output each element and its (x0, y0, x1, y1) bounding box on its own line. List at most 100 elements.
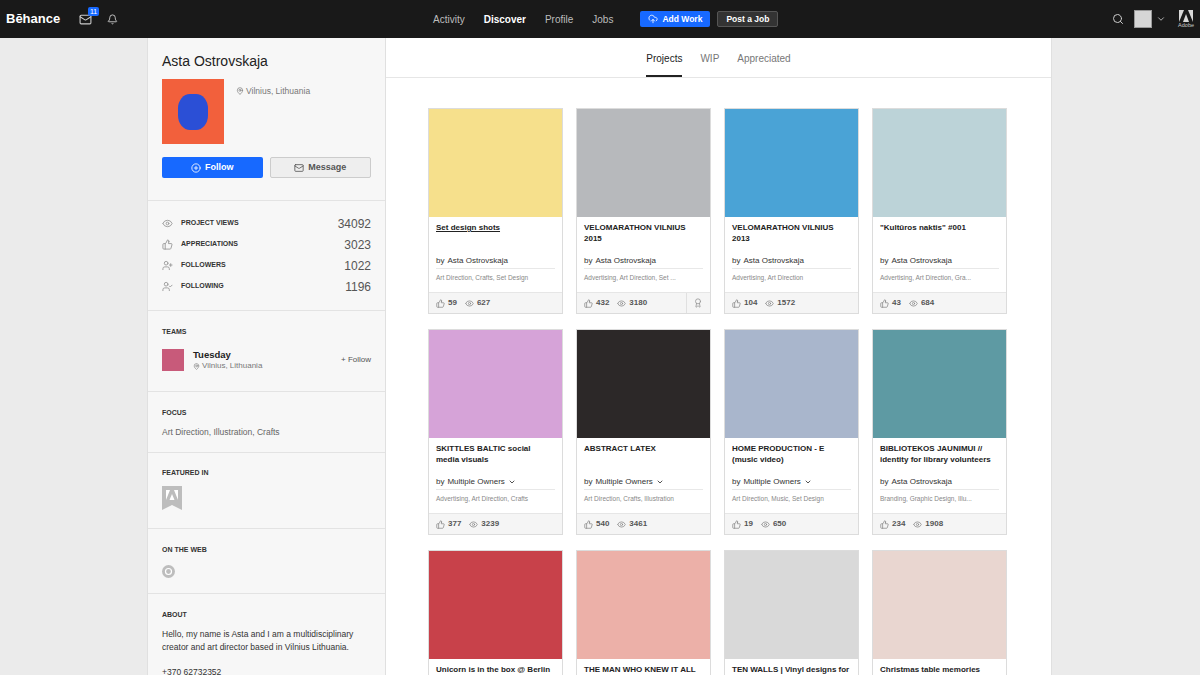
map-pin-icon (236, 87, 244, 95)
project-tags: Art Direction, Crafts, Illustration (584, 489, 703, 508)
project-stats: 4323180 (577, 292, 710, 313)
thumbs-up-icon (880, 299, 889, 308)
project-title[interactable]: TEN WALLS | Vinyl designs for BOSO (abc) (732, 664, 851, 675)
messages-button[interactable]: 11 (79, 13, 92, 26)
project-cover[interactable] (873, 109, 1006, 217)
tab[interactable]: Appreciated (737, 53, 790, 77)
nav-item[interactable]: Profile (545, 12, 573, 27)
project-owner[interactable]: byAsta Ostrovskaja (880, 254, 999, 268)
message-button[interactable]: Message (270, 157, 372, 178)
post-job-button[interactable]: Post a Job (717, 11, 778, 27)
view-count: 684 (921, 297, 934, 309)
project-card[interactable]: THE MAN WHO KNEW IT ALLby (576, 550, 711, 675)
views-icon (617, 520, 626, 529)
project-card[interactable]: VELOMARATHON VILNIUS 2013 byAsta Ostrovsk… (724, 108, 859, 314)
project-title[interactable]: VELOMARATHON VILNIUS 2015 (584, 222, 703, 250)
project-title[interactable]: THE MAN WHO KNEW IT ALL (584, 664, 703, 675)
project-stats: 3773239 (429, 513, 562, 534)
thumbs-up-icon (162, 239, 173, 250)
web-link-icon[interactable] (162, 565, 175, 578)
project-card[interactable]: Unicorn is in the box @ Berlin fashion w… (428, 550, 563, 675)
chevron-down-icon[interactable] (1156, 14, 1166, 24)
add-work-button[interactable]: Add Work (640, 11, 710, 27)
user-avatar[interactable] (1134, 10, 1152, 28)
section-heading: TEAMS (162, 327, 371, 337)
project-card[interactable]: ABSTRACT LATEX byMultiple OwnersArt Direc… (576, 329, 711, 535)
project-owner[interactable]: byAsta Ostrovskaja (584, 254, 703, 268)
project-stats: 19650 (725, 513, 858, 534)
mail-icon (294, 163, 304, 173)
project-owner[interactable]: byAsta Ostrovskaja (732, 254, 851, 268)
project-cover[interactable] (873, 330, 1006, 438)
project-cover[interactable] (577, 330, 710, 438)
behance-logo[interactable]: Bēhance (6, 9, 60, 29)
thumbs-up-icon (732, 520, 741, 529)
project-card[interactable]: BIBLIOTEKOS JAUNIMUI // identity for lib… (872, 329, 1007, 535)
project-owner[interactable]: byMultiple Owners (732, 475, 851, 489)
team-row[interactable]: TuesdayVilnius, Lithuania+ Follow (162, 349, 371, 371)
project-owner[interactable]: byAsta Ostrovskaja (880, 475, 999, 489)
project-title[interactable]: Unicorn is in the box @ Berlin fashion w… (436, 664, 555, 675)
project-title[interactable]: ABSTRACT LATEX (584, 443, 703, 471)
project-owner[interactable]: byMultiple Owners (436, 475, 555, 489)
thumbs-up-icon (436, 299, 445, 308)
project-card[interactable]: HOME PRODUCTION - E (music video) byMulti… (724, 329, 859, 535)
stats-list: PROJECT VIEWS34092APPRECIATIONS3023FOLLO… (148, 201, 385, 311)
view-count: 627 (477, 297, 490, 309)
project-cover[interactable] (725, 109, 858, 217)
section-heading: FOCUS (162, 408, 371, 418)
project-card[interactable]: Set design shotsbyAsta OstrovskajaArt Di… (428, 108, 563, 314)
search-icon[interactable] (1112, 13, 1124, 25)
section-heading: ON THE WEB (162, 545, 371, 555)
project-cover[interactable] (577, 551, 710, 659)
chevron-down-icon[interactable] (656, 478, 664, 486)
user-plus-icon (162, 260, 173, 271)
project-card[interactable]: Christmas table memoriesby (872, 550, 1007, 675)
project-card[interactable]: "Kultūros naktis" #001 byAsta Ostrovskaja… (872, 108, 1007, 314)
section-heading: FEATURED IN (162, 468, 371, 478)
project-title[interactable]: HOME PRODUCTION - E (music video) (732, 443, 851, 471)
project-title[interactable]: SKITTLES BALTIC social media visuals (436, 443, 555, 471)
project-card[interactable]: VELOMARATHON VILNIUS 2015 byAsta Ostrovsk… (576, 108, 711, 314)
project-card[interactable]: SKITTLES BALTIC social media visuals byMu… (428, 329, 563, 535)
tab[interactable]: WIP (700, 53, 719, 77)
bell-icon[interactable] (107, 14, 118, 25)
about-text: Hello, my name is Asta and I am a multid… (162, 628, 371, 654)
chevron-down-icon[interactable] (508, 478, 516, 486)
focus-text: Art Direction, Illustration, Crafts (162, 427, 371, 438)
project-card[interactable]: TEN WALLS | Vinyl designs for BOSO (abc)… (724, 550, 859, 675)
project-title[interactable]: Set design shots (436, 222, 555, 250)
tab[interactable]: Projects (646, 53, 682, 77)
appreciation-count: 234 (892, 518, 905, 530)
phone-number: +370 62732352 (162, 666, 371, 675)
project-cover[interactable] (429, 109, 562, 217)
chevron-down-icon[interactable] (804, 478, 812, 486)
project-title[interactable]: VELOMARATHON VILNIUS 2013 (732, 222, 851, 250)
nav-item[interactable]: Jobs (592, 12, 613, 27)
project-owner[interactable]: byMultiple Owners (584, 475, 703, 489)
profile-tabs: Projects WIP Appreciated (386, 38, 1051, 78)
adobe-logo[interactable]: Adobe (1178, 10, 1194, 29)
project-title[interactable]: BIBLIOTEKOS JAUNIMUI // identity for lib… (880, 443, 999, 471)
profile-avatar (162, 79, 224, 144)
project-cover[interactable] (725, 551, 858, 659)
view-count: 3461 (629, 518, 647, 530)
project-title[interactable]: "Kultūros naktis" #001 (880, 222, 999, 250)
nav-item[interactable]: Discover (484, 12, 526, 27)
appreciation-count: 540 (596, 518, 609, 530)
follow-button[interactable]: Follow (162, 157, 263, 178)
adobe-badge-icon[interactable] (162, 486, 182, 510)
views-icon (617, 299, 626, 308)
project-title[interactable]: Christmas table memories (880, 664, 999, 675)
profile-location: Vilnius, Lithuania (236, 85, 310, 98)
project-owner[interactable]: byAsta Ostrovskaja (436, 254, 555, 268)
team-follow-button[interactable]: + Follow (341, 354, 371, 366)
nav-item[interactable]: Activity (433, 12, 465, 27)
view-count: 1572 (777, 297, 795, 309)
section-heading: ABOUT (162, 610, 371, 620)
project-cover[interactable] (429, 551, 562, 659)
project-cover[interactable] (577, 109, 710, 217)
project-cover[interactable] (873, 551, 1006, 659)
project-cover[interactable] (429, 330, 562, 438)
project-cover[interactable] (725, 330, 858, 438)
